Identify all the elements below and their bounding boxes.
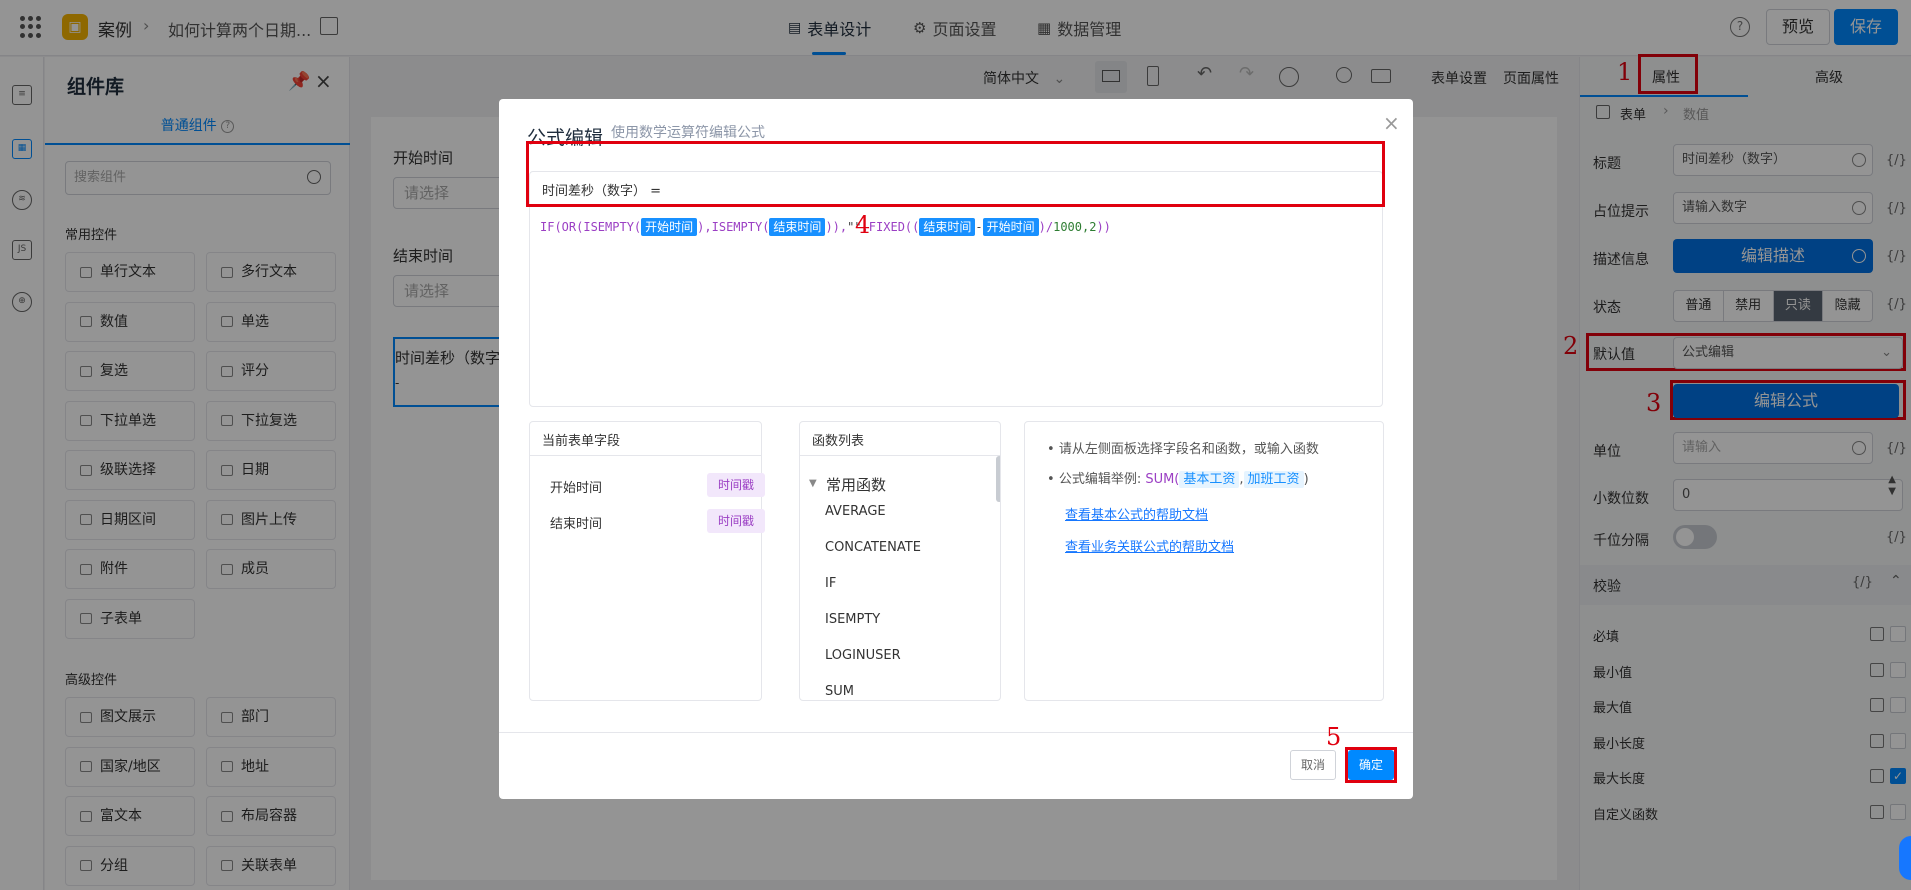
help-example: • 公式编辑举例: SUM(基本工资, 加班工资) bbox=[1047, 471, 1309, 488]
formula-token: )), bbox=[825, 220, 848, 234]
formula-token: 1000,2 bbox=[1053, 220, 1097, 234]
example-function: SUM( bbox=[1145, 472, 1180, 487]
annotation-number: 4 bbox=[855, 211, 871, 239]
formula-token: IF(OR(ISEMPTY( bbox=[540, 220, 642, 234]
form-fields-panel: 当前表单字段 开始时间 时间戳 结束时间 时间戳 bbox=[529, 421, 765, 701]
example-field: 基本工资 bbox=[1179, 471, 1240, 488]
functions-panel: 函数列表 ▼ 常用函数 AVERAGE CONCATENATE IF ISEMPTY L… bbox=[799, 421, 1001, 701]
formula-token: )) bbox=[1096, 220, 1111, 234]
tip-text: 请从左侧面板选择字段名和函数，或输入函数 bbox=[1058, 442, 1319, 457]
panel-title: 函数列表 bbox=[800, 422, 1000, 456]
field-tag: 结束时间 bbox=[769, 218, 826, 236]
close-icon[interactable]: × bbox=[1383, 111, 1400, 135]
field-tag: 开始时间 bbox=[641, 218, 698, 236]
field-type-badge: 时间戳 bbox=[707, 509, 765, 533]
formula-editor-dialog: 公式编辑 使用数学运算符编辑公式 × 时间差秒（数字） = IF(OR(ISEM… bbox=[499, 99, 1413, 799]
cancel-button[interactable]: 取消 bbox=[1290, 750, 1336, 780]
formula-token: )/ bbox=[1038, 220, 1054, 234]
function-item[interactable]: LOGINUSER bbox=[825, 648, 901, 663]
caret-down-icon[interactable]: ▼ bbox=[809, 478, 817, 489]
tip-text: , bbox=[1239, 472, 1244, 487]
annotation-box-4 bbox=[526, 141, 1385, 207]
tip-text: 公式编辑举例: bbox=[1058, 472, 1146, 487]
field-tag: 开始时间 bbox=[982, 218, 1039, 236]
dialog-subtitle: 使用数学运算符编辑公式 bbox=[611, 125, 765, 141]
formula-token: ),ISEMPTY( bbox=[697, 220, 770, 234]
help-link-basic[interactable]: 查看基本公式的帮助文档 bbox=[1065, 504, 1208, 523]
formula-token: - bbox=[975, 220, 983, 234]
field-item-start[interactable]: 开始时间 bbox=[550, 477, 602, 496]
field-type-badge: 时间戳 bbox=[707, 473, 765, 497]
tip-text: ) bbox=[1303, 472, 1309, 487]
help-tip: • 请从左侧面板选择字段名和函数，或输入函数 bbox=[1047, 442, 1319, 457]
floating-help-button[interactable] bbox=[1899, 836, 1911, 880]
field-item-end[interactable]: 结束时间 bbox=[550, 513, 602, 532]
function-item[interactable]: ISEMPTY bbox=[825, 612, 880, 627]
field-tag: 结束时间 bbox=[919, 218, 976, 236]
function-item[interactable]: AVERAGE bbox=[825, 504, 886, 519]
panel-title: 当前表单字段 bbox=[530, 422, 761, 456]
formula-expression[interactable]: IF(OR(ISEMPTY(开始时间),ISEMPTY(结束时间)),"",FI… bbox=[540, 218, 1111, 236]
function-item[interactable]: CONCATENATE bbox=[825, 540, 921, 555]
annotation-number: 5 bbox=[1326, 723, 1342, 751]
divider bbox=[499, 732, 1413, 733]
help-link-business[interactable]: 查看业务关联公式的帮助文档 bbox=[1065, 536, 1234, 555]
confirm-button[interactable]: 确定 bbox=[1348, 750, 1394, 780]
scrollbar[interactable] bbox=[996, 456, 1000, 502]
function-item[interactable]: SUM bbox=[825, 684, 854, 699]
function-group[interactable]: 常用函数 bbox=[826, 474, 886, 495]
help-panel: • 请从左侧面板选择字段名和函数，或输入函数 • 公式编辑举例: SUM(基本工… bbox=[1024, 421, 1384, 701]
example-field: 加班工资 bbox=[1243, 471, 1304, 488]
function-item[interactable]: IF bbox=[825, 576, 836, 591]
